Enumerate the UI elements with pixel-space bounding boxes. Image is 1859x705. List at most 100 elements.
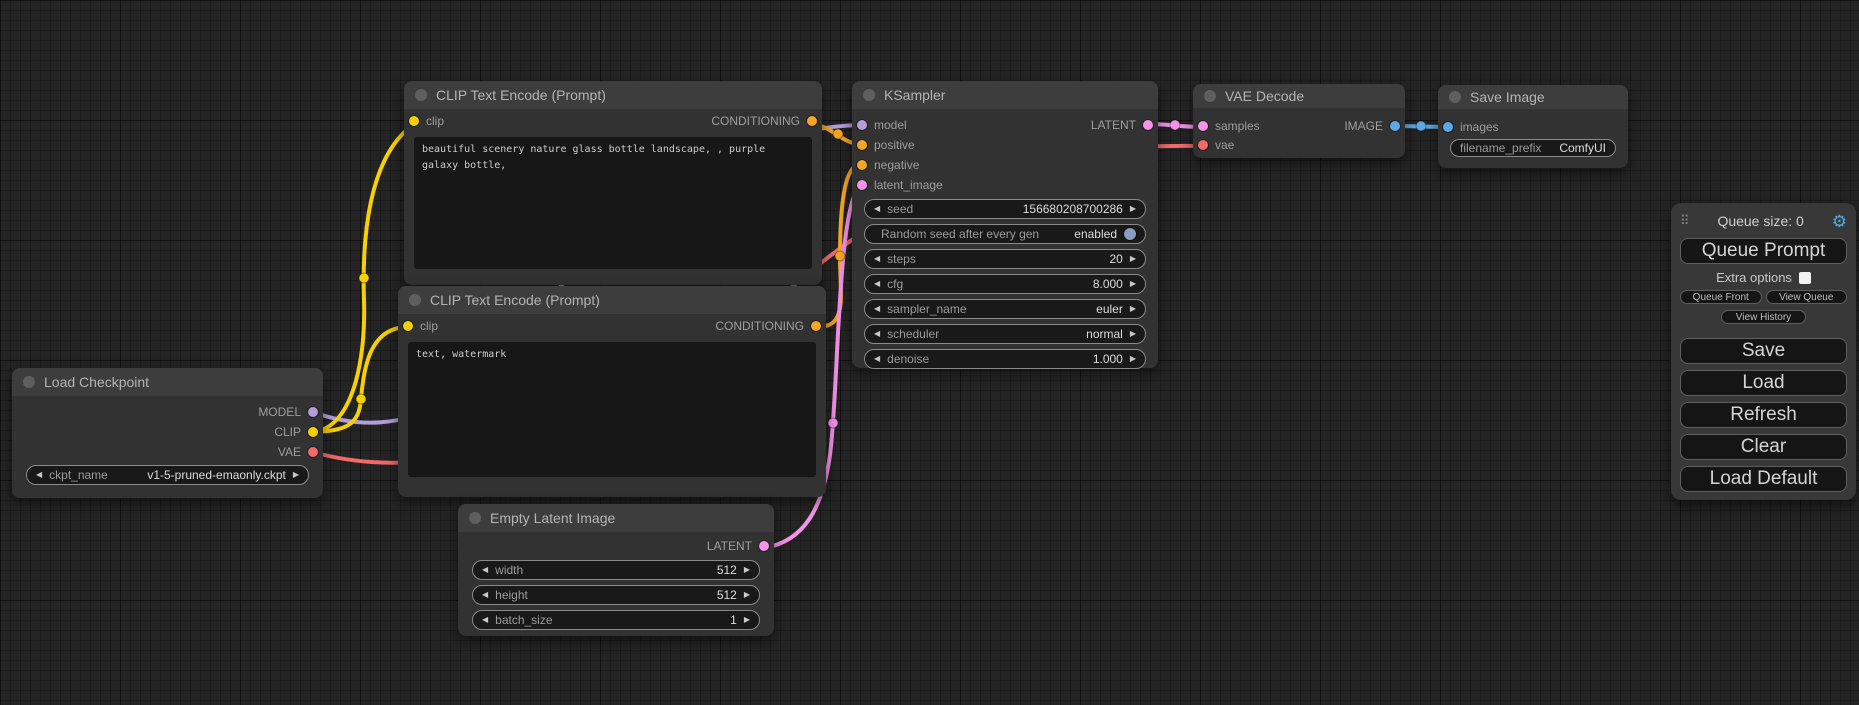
clip-input-dot[interactable] xyxy=(403,321,413,331)
decrement-arrow-icon[interactable]: ◀ xyxy=(874,355,880,363)
increment-arrow-icon[interactable]: ▶ xyxy=(1130,305,1136,313)
view-history-button[interactable]: View History xyxy=(1721,310,1806,324)
refresh-button[interactable]: Refresh xyxy=(1680,402,1847,428)
width-widget[interactable]: ◀ width 512 ▶ xyxy=(472,560,760,580)
link-midpoint-dot[interactable] xyxy=(359,273,369,283)
conditioning-output-dot[interactable] xyxy=(811,321,821,331)
sampler-name-widget[interactable]: ◀ sampler_name euler ▶ xyxy=(864,299,1146,319)
decrement-arrow-icon[interactable]: ◀ xyxy=(482,591,488,599)
increment-arrow-icon[interactable]: ▶ xyxy=(1130,355,1136,363)
node-header[interactable]: VAE Decode xyxy=(1193,84,1405,108)
link-midpoint-dot[interactable] xyxy=(828,418,838,428)
link-midpoint-dot[interactable] xyxy=(1170,120,1180,130)
cfg-widget[interactable]: ◀ cfg 8.000 ▶ xyxy=(864,274,1146,294)
output-label: MODEL xyxy=(258,405,301,419)
node-header[interactable]: Empty Latent Image xyxy=(458,504,774,532)
output-label: CLIP xyxy=(274,425,301,439)
view-queue-button[interactable]: View Queue xyxy=(1766,290,1848,304)
link-midpoint-dot[interactable] xyxy=(833,129,843,139)
height-widget[interactable]: ◀ height 512 ▶ xyxy=(472,585,760,605)
decrement-arrow-icon[interactable]: ◀ xyxy=(874,255,880,263)
decrement-arrow-icon[interactable]: ◀ xyxy=(874,205,880,213)
increment-arrow-icon[interactable]: ▶ xyxy=(744,566,750,574)
slot-row: samples IMAGE xyxy=(1193,116,1405,135)
image-output-dot[interactable] xyxy=(1390,121,1400,131)
node-header[interactable]: Load Checkpoint xyxy=(12,368,323,396)
ckpt-name-widget[interactable]: ◀ ckpt_name v1-5-pruned-emaonly.ckpt ▶ xyxy=(26,465,309,485)
images-input-dot[interactable] xyxy=(1443,122,1453,132)
node-header[interactable]: CLIP Text Encode (Prompt) xyxy=(398,286,826,314)
queue-prompt-button[interactable]: Queue Prompt xyxy=(1680,238,1847,264)
node-graph-canvas[interactable]: { "colors": { "model": "#B39DDB", "clip"… xyxy=(0,0,1859,705)
input-label: model xyxy=(874,118,907,132)
decrement-arrow-icon[interactable]: ◀ xyxy=(874,330,880,338)
increment-arrow-icon[interactable]: ▶ xyxy=(744,591,750,599)
increment-arrow-icon[interactable]: ▶ xyxy=(293,471,299,479)
increment-arrow-icon[interactable]: ▶ xyxy=(1130,205,1136,213)
clear-button[interactable]: Clear xyxy=(1680,434,1847,460)
negative-input-dot[interactable] xyxy=(857,160,867,170)
output-label: CONDITIONING xyxy=(715,319,804,333)
vae-input-dot[interactable] xyxy=(1198,140,1208,150)
node-title: KSampler xyxy=(884,87,945,103)
positive-input-dot[interactable] xyxy=(857,140,867,150)
decrement-arrow-icon[interactable]: ◀ xyxy=(874,305,880,313)
queue-front-button[interactable]: Queue Front xyxy=(1680,290,1762,304)
collapse-dot-icon[interactable] xyxy=(469,512,481,524)
load-button[interactable]: Load xyxy=(1680,370,1847,396)
model-output-dot[interactable] xyxy=(308,407,318,417)
collapse-dot-icon[interactable] xyxy=(1204,90,1216,102)
conditioning-output-dot[interactable] xyxy=(807,116,817,126)
decrement-arrow-icon[interactable]: ◀ xyxy=(874,280,880,288)
batch-size-widget[interactable]: ◀ batch_size 1 ▶ xyxy=(472,610,760,630)
collapse-dot-icon[interactable] xyxy=(409,294,421,306)
prompt-text-area[interactable]: beautiful scenery nature glass bottle la… xyxy=(414,137,812,269)
node-clip-text-encode-negative: CLIP Text Encode (Prompt) clip CONDITION… xyxy=(398,286,826,497)
decrement-arrow-icon[interactable]: ◀ xyxy=(482,566,488,574)
link-midpoint-dot[interactable] xyxy=(356,394,366,404)
increment-arrow-icon[interactable]: ▶ xyxy=(1130,280,1136,288)
seed-widget[interactable]: ◀ seed 156680208700286 ▶ xyxy=(864,199,1146,219)
increment-arrow-icon[interactable]: ▶ xyxy=(744,616,750,624)
node-save-image: Save Image images filename_prefix ComfyU… xyxy=(1438,85,1628,168)
output-slot-row: MODEL xyxy=(12,402,323,422)
samples-input-dot[interactable] xyxy=(1198,121,1208,131)
save-button[interactable]: Save xyxy=(1680,338,1847,364)
toggle-circle-icon[interactable] xyxy=(1124,228,1136,240)
latent-image-input-dot[interactable] xyxy=(857,180,867,190)
clip-output-dot[interactable] xyxy=(308,427,318,437)
collapse-dot-icon[interactable] xyxy=(863,89,875,101)
clip-input-dot[interactable] xyxy=(409,116,419,126)
collapse-dot-icon[interactable] xyxy=(1449,91,1461,103)
widget-label: ckpt_name xyxy=(49,468,108,482)
widget-value: 8.000 xyxy=(1093,277,1123,291)
decrement-arrow-icon[interactable]: ◀ xyxy=(36,471,42,479)
increment-arrow-icon[interactable]: ▶ xyxy=(1130,330,1136,338)
node-header[interactable]: KSampler xyxy=(852,81,1158,109)
random-seed-toggle-widget[interactable]: Random seed after every gen enabled xyxy=(864,224,1146,244)
vae-output-dot[interactable] xyxy=(308,447,318,457)
drag-handle-icon[interactable]: ⠿ xyxy=(1680,213,1690,229)
settings-gear-icon[interactable]: ⚙︎ xyxy=(1832,213,1847,230)
denoise-widget[interactable]: ◀ denoise 1.000 ▶ xyxy=(864,349,1146,369)
latent-output-dot[interactable] xyxy=(1143,120,1153,130)
collapse-dot-icon[interactable] xyxy=(415,89,427,101)
prompt-text-area[interactable]: text, watermark xyxy=(408,342,816,477)
link-midpoint-dot[interactable] xyxy=(835,251,845,261)
decrement-arrow-icon[interactable]: ◀ xyxy=(482,616,488,624)
node-header[interactable]: CLIP Text Encode (Prompt) xyxy=(404,81,822,109)
load-default-button[interactable]: Load Default xyxy=(1680,466,1847,492)
latent-output-dot[interactable] xyxy=(759,541,769,551)
input-label: samples xyxy=(1215,119,1260,133)
scheduler-widget[interactable]: ◀ scheduler normal ▶ xyxy=(864,324,1146,344)
model-input-dot[interactable] xyxy=(857,120,867,130)
node-header[interactable]: Save Image xyxy=(1438,85,1628,109)
node-title: CLIP Text Encode (Prompt) xyxy=(436,87,606,103)
increment-arrow-icon[interactable]: ▶ xyxy=(1130,255,1136,263)
collapse-dot-icon[interactable] xyxy=(23,376,35,388)
widget-label: width xyxy=(495,563,523,577)
steps-widget[interactable]: ◀ steps 20 ▶ xyxy=(864,249,1146,269)
link-midpoint-dot[interactable] xyxy=(1416,121,1426,131)
extra-options-checkbox[interactable] xyxy=(1799,272,1811,284)
filename-prefix-widget[interactable]: filename_prefix ComfyUI xyxy=(1450,139,1616,157)
